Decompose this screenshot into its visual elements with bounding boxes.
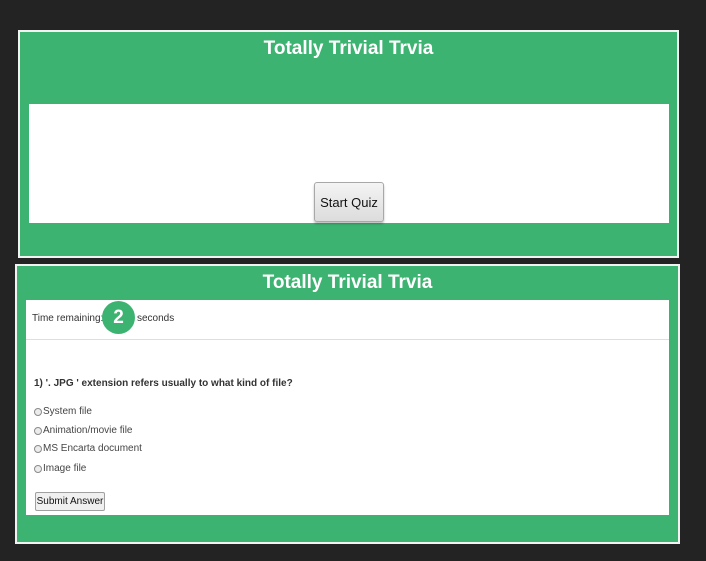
answer-option-label: Animation/movie file <box>43 425 133 436</box>
answer-option-label: MS Encarta document <box>43 443 142 454</box>
quiz-screen-panel: Totally Trivial Trvia Time remaining: 2 … <box>15 264 680 544</box>
question-text: 1) '. JPG ' extension refers usually to … <box>34 378 293 389</box>
answer-option-label: System file <box>43 406 92 417</box>
answer-option[interactable]: System file <box>34 406 92 417</box>
answer-option[interactable]: Image file <box>34 463 86 474</box>
answer-option[interactable]: MS Encarta document <box>34 443 142 454</box>
start-content-area: Start Quiz <box>29 104 669 223</box>
timer-unit: seconds <box>137 313 175 324</box>
radio-button[interactable] <box>34 426 42 435</box>
answer-option[interactable]: Animation/movie file <box>34 425 132 436</box>
timer-label: Time remaining: <box>32 313 104 324</box>
quiz-content-area: Time remaining: 2 seconds 1) '. JPG ' ex… <box>26 300 669 515</box>
submit-answer-button[interactable]: Submit Answer <box>35 492 105 511</box>
start-screen-panel: Totally Trivial Trvia Start Quiz <box>18 30 679 258</box>
app-title: Totally Trivial Trvia <box>263 38 434 59</box>
answer-option-label: Image file <box>43 463 87 474</box>
timer-row: Time remaining: 2 seconds <box>26 300 669 340</box>
radio-button[interactable] <box>34 444 42 453</box>
radio-button[interactable] <box>34 464 42 473</box>
start-quiz-button[interactable]: Start Quiz <box>314 182 384 222</box>
radio-button[interactable] <box>34 407 42 416</box>
app-title: Totally Trivial Trvia <box>262 272 433 293</box>
timer-countdown-badge: 2 <box>102 301 135 334</box>
